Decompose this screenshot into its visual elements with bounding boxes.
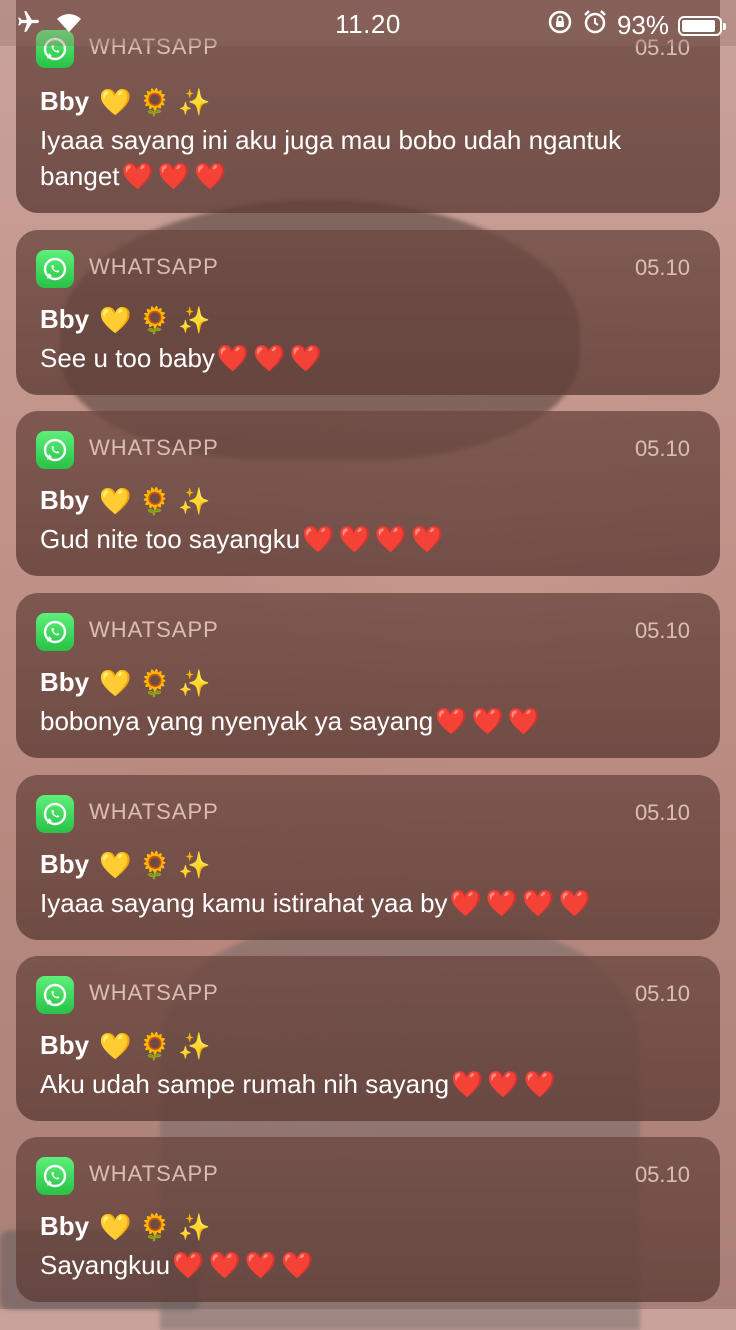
heart-emojis: ❤️❤️❤️ [216, 343, 327, 373]
whatsapp-icon [36, 1157, 74, 1195]
notification-time: 05.10 [634, 1162, 690, 1187]
app-name: WHATSAPP [89, 435, 219, 460]
whatsapp-icon [36, 795, 74, 833]
app-name: WHATSAPP [89, 1161, 219, 1186]
notification-message: Aku udah sampe rumah nih sayang❤️❤️❤️ [40, 1066, 690, 1102]
message-text: Iyaaa sayang kamu istirahat yaa by [40, 888, 448, 918]
sender-name: Bby [40, 667, 90, 697]
notification-card[interactable]: WHATSAPP 05.10 Bby 💛 🌻 ✨ Iyaaa sayang ka… [16, 775, 720, 940]
rotation-lock-icon [547, 9, 573, 42]
sender-emoji: 💛 🌻 ✨ [99, 667, 211, 698]
whatsapp-icon [36, 431, 74, 469]
notification-card[interactable]: WHATSAPP 05.10 Bby 💛 🌻 ✨ bobonya yang ny… [16, 593, 720, 758]
whatsapp-icon [36, 250, 74, 288]
sender-name-row: Bby 💛 🌻 ✨ [40, 1211, 211, 1242]
sender-emoji: 💛 🌻 ✨ [99, 485, 211, 516]
message-text: bobonya yang nyenyak ya sayang [40, 706, 434, 736]
notification-card[interactable]: WHATSAPP 05.10 Bby 💛 🌻 ✨ Aku udah sampe … [16, 956, 720, 1121]
notification-header: WHATSAPP 05.10 [36, 795, 690, 833]
notification-header: WHATSAPP 05.10 [36, 250, 690, 288]
whatsapp-icon [36, 976, 74, 1014]
notification-card[interactable]: WHATSAPP 05.10 Bby 💛 🌻 ✨ Sayangkuu❤️❤️❤️… [16, 1137, 720, 1302]
notification-time: 05.10 [634, 255, 690, 280]
app-name: WHATSAPP [89, 799, 219, 824]
alarm-icon [582, 9, 608, 42]
notification-header: WHATSAPP 05.10 [36, 976, 690, 1014]
heart-emojis: ❤️❤️❤️❤️ [172, 1250, 318, 1280]
sender-name-row: Bby 💛 🌻 ✨ [40, 849, 211, 880]
app-name: WHATSAPP [89, 980, 219, 1005]
heart-emojis: ❤️❤️❤️❤️ [449, 888, 596, 918]
notification-message: Iyaaa sayang ini aku juga mau bobo udah … [40, 122, 690, 194]
sender-name: Bby [40, 849, 90, 879]
sender-emoji: 💛 🌻 ✨ [99, 86, 211, 117]
sender-name: Bby [40, 1030, 90, 1060]
app-name: WHATSAPP [89, 617, 219, 642]
sender-emoji: 💛 🌻 ✨ [99, 1211, 211, 1242]
notification-card[interactable]: WHATSAPP 05.10 Bby 💛 🌻 ✨ Gud nite too sa… [16, 411, 720, 576]
status-bar: 11.20 93% [0, 0, 736, 46]
message-text: Aku udah sampe rumah nih sayang [40, 1069, 450, 1099]
message-text: Gud nite too sayangku [40, 524, 301, 554]
sender-emoji: 💛 🌻 ✨ [99, 304, 211, 335]
notification-header: WHATSAPP 05.10 [36, 613, 690, 651]
app-name: WHATSAPP [89, 254, 219, 279]
notification-message: See u too baby❤️❤️❤️ [40, 340, 690, 376]
whatsapp-icon [36, 613, 74, 651]
heart-emojis: ❤️❤️❤️ [121, 161, 231, 191]
sender-name-row: Bby 💛 🌻 ✨ [40, 667, 211, 698]
notification-time: 05.10 [634, 436, 690, 461]
notification-header: WHATSAPP 05.10 [36, 431, 690, 469]
battery-icon [678, 15, 726, 36]
battery-fill [682, 19, 716, 32]
notification-header: WHATSAPP 05.10 [36, 1157, 690, 1195]
sender-name-row: Bby 💛 🌻 ✨ [40, 485, 211, 516]
heart-emojis: ❤️❤️❤️ [435, 706, 545, 736]
sender-name-row: Bby 💛 🌻 ✨ [40, 1030, 211, 1061]
sender-name: Bby [40, 485, 90, 515]
notification-time: 05.10 [634, 981, 690, 1006]
notification-message: bobonya yang nyenyak ya sayang❤️❤️❤️ [40, 703, 690, 739]
sender-emoji: 💛 🌻 ✨ [99, 1030, 211, 1061]
sender-name: Bby [40, 1211, 90, 1241]
notification-card[interactable]: WHATSAPP 05.10 Bby 💛 🌻 ✨ See u too baby❤… [16, 230, 720, 395]
notification-message: Iyaaa sayang kamu istirahat yaa by❤️❤️❤️… [40, 885, 690, 921]
sender-name-row: Bby 💛 🌻 ✨ [40, 304, 211, 335]
notification-time: 05.10 [634, 800, 690, 825]
sender-name: Bby [40, 86, 90, 116]
status-right: 93% [547, 9, 726, 42]
message-text: See u too baby [40, 343, 215, 373]
sender-name-row: Bby 💛 🌻 ✨ [40, 86, 211, 117]
heart-emojis: ❤️❤️❤️ [451, 1069, 561, 1099]
sender-emoji: 💛 🌻 ✨ [99, 849, 211, 880]
battery-percent: 93% [616, 10, 669, 40]
notification-message: Sayangkuu❤️❤️❤️❤️ [40, 1247, 690, 1283]
notification-time: 05.10 [634, 618, 690, 643]
heart-emojis: ❤️❤️❤️❤️ [302, 524, 448, 554]
notification-message: Gud nite too sayangku❤️❤️❤️❤️ [40, 521, 690, 557]
message-text: Sayangkuu [40, 1250, 171, 1280]
sender-name: Bby [40, 304, 90, 334]
